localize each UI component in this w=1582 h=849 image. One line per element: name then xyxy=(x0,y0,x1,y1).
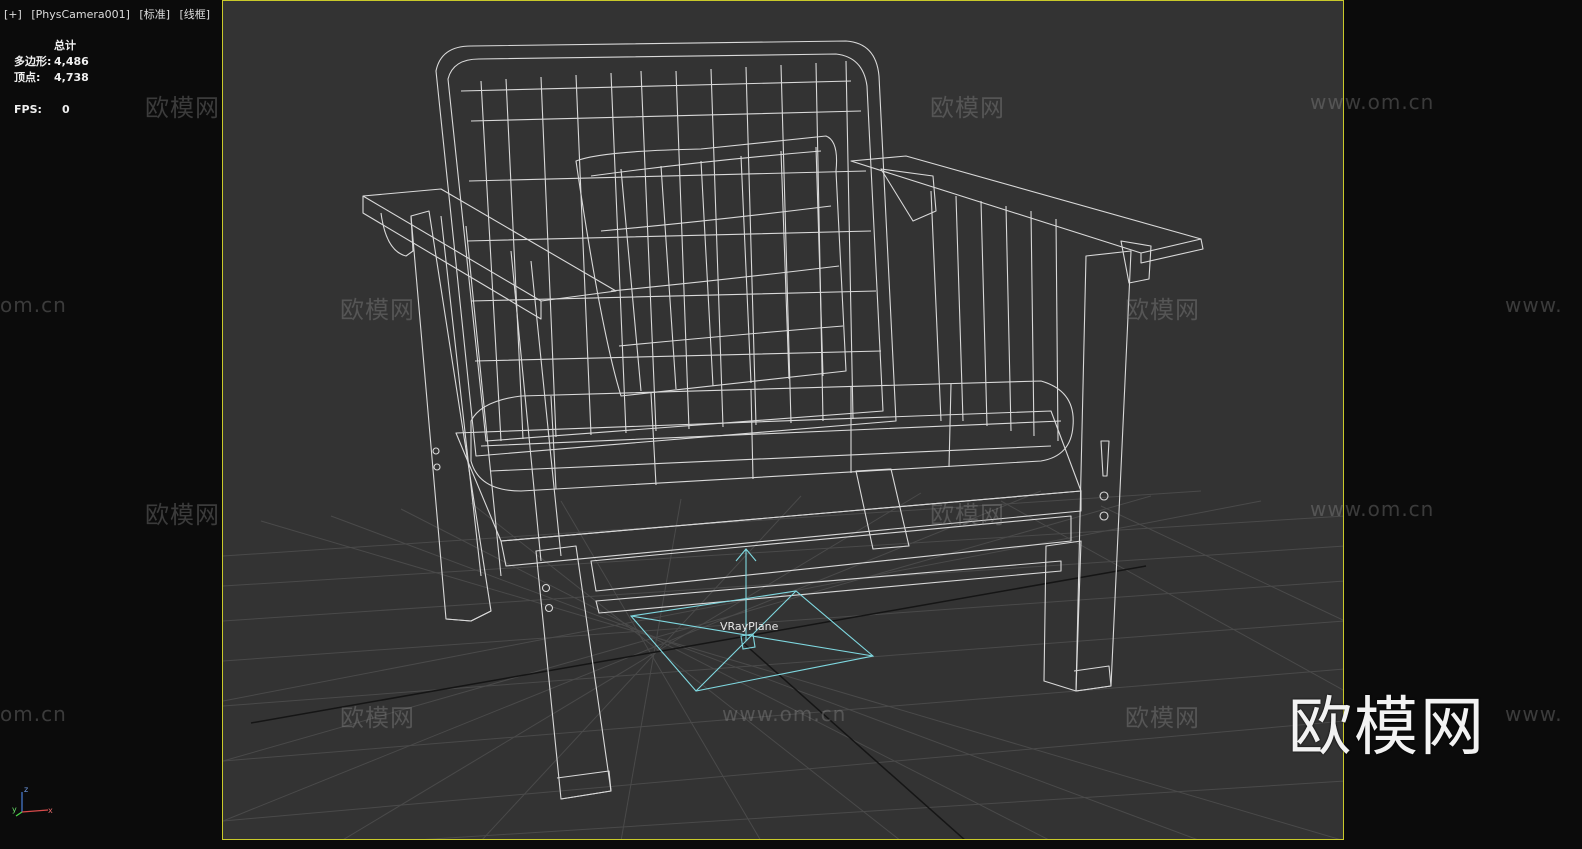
watermark-url: om.cn xyxy=(0,702,67,726)
watermark: 欧模网 xyxy=(1125,296,1200,324)
watermark-url: www.om.cn xyxy=(1310,497,1435,521)
polygons-value: 4,486 xyxy=(54,55,89,68)
watermark: 欧模网 xyxy=(340,296,415,324)
statistics-panel: 总计 多边形: 4,486 顶点: 4,738 FPS: 0 xyxy=(14,38,89,118)
watermark: 欧模网 xyxy=(145,94,220,122)
stats-header: 总计 xyxy=(54,39,76,52)
axis-z-label: z xyxy=(24,785,28,794)
viewport-shading-standard[interactable]: [标准] xyxy=(139,8,170,21)
watermark: 欧模网 xyxy=(340,704,415,732)
axis-y-label: y xyxy=(12,805,17,814)
viewport-menu-plus[interactable]: [+] xyxy=(4,8,22,21)
watermark-url: om.cn xyxy=(0,293,67,317)
watermark-url: www. xyxy=(1505,293,1563,317)
watermark-url: www.om.cn xyxy=(1310,90,1435,114)
polygons-label: 多边形: xyxy=(14,55,52,68)
watermark-url: www. xyxy=(1505,702,1563,726)
viewport-label[interactable]: [+] [PhysCamera001] [标准] [线框] xyxy=(4,6,216,22)
fps-value: 0 xyxy=(62,103,70,116)
watermark-url: www.om.cn xyxy=(722,702,847,726)
watermark: 欧模网 xyxy=(1125,704,1200,732)
watermark: 欧模网 xyxy=(145,501,220,529)
brand-logo: 欧模网 xyxy=(1288,691,1486,765)
vray-plane-label: VRayPlane xyxy=(720,620,779,633)
viewport-shading-wireframe[interactable]: [线框] xyxy=(180,8,211,21)
viewport-camera-menu[interactable]: [PhysCamera001] xyxy=(31,8,130,21)
vertices-value: 4,738 xyxy=(54,71,89,84)
fps-label: FPS: xyxy=(14,103,42,116)
watermark: 欧模网 xyxy=(930,94,1005,122)
axis-x-label: x xyxy=(48,806,53,815)
watermark: 欧模网 xyxy=(930,501,1005,529)
axis-gizmo: z x y xyxy=(12,785,53,817)
vertices-label: 顶点: xyxy=(14,71,41,84)
